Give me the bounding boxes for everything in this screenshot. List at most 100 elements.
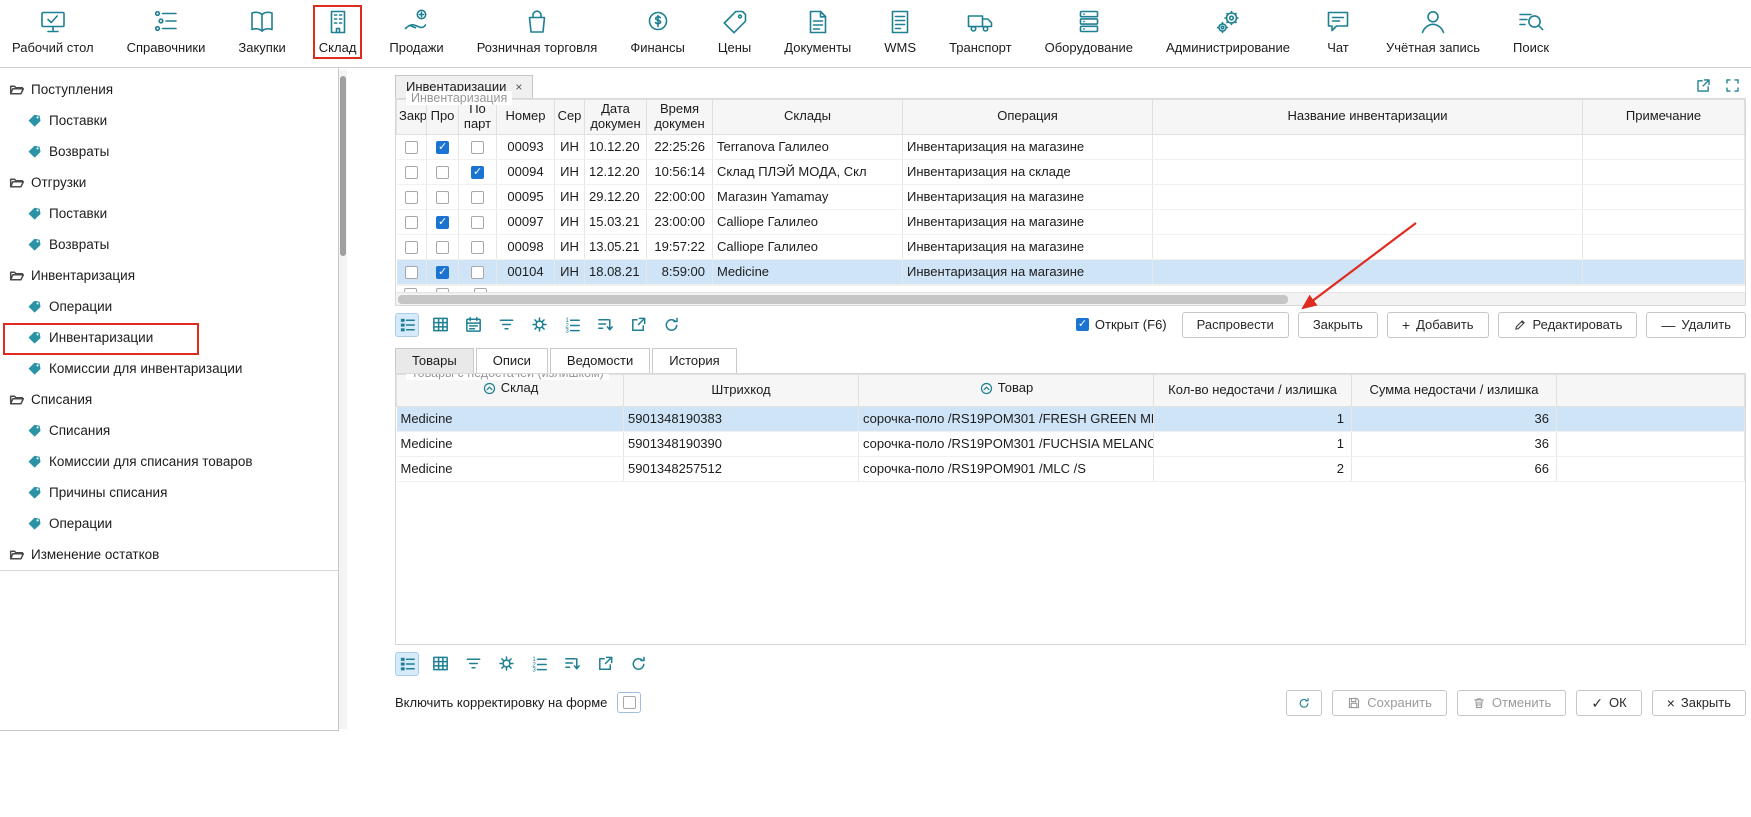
closed-checkbox[interactable] bbox=[405, 266, 418, 279]
by-batch-checkbox[interactable] bbox=[471, 216, 484, 229]
nav-chat[interactable]: Чат bbox=[1317, 5, 1359, 59]
col-time[interactable]: Время докумен bbox=[647, 100, 713, 135]
filter-icon[interactable] bbox=[461, 652, 485, 676]
sidebar-item-inventory-operations[interactable]: Операции bbox=[0, 291, 338, 322]
scrollbar-thumb[interactable] bbox=[340, 76, 346, 256]
nav-administration[interactable]: Администрирование bbox=[1160, 5, 1296, 59]
tab-lists[interactable]: Описи bbox=[476, 348, 548, 373]
cancel-button[interactable]: Отменить bbox=[1457, 690, 1566, 716]
edit-button[interactable]: Редактировать bbox=[1498, 312, 1638, 338]
by-batch-checkbox[interactable] bbox=[471, 266, 484, 279]
tab-close-icon[interactable]: × bbox=[515, 80, 522, 94]
checked-checkbox[interactable] bbox=[436, 141, 449, 154]
add-button[interactable]: +Добавить bbox=[1387, 312, 1489, 338]
refresh-icon[interactable] bbox=[659, 313, 683, 337]
inventory-row[interactable]: 00098 ИН 13.05.21 19:57:22 Calliope Гали… bbox=[397, 234, 1745, 259]
shortage-row[interactable]: Medicine 5901348257512 сорочка-поло /RS1… bbox=[397, 456, 1745, 481]
horizontal-scrollbar[interactable] bbox=[396, 292, 1745, 305]
col-barcode[interactable]: Штрихкод bbox=[624, 374, 859, 406]
nav-search[interactable]: Поиск bbox=[1507, 5, 1555, 59]
checked-checkbox[interactable] bbox=[436, 241, 449, 254]
table-view-icon[interactable] bbox=[428, 313, 452, 337]
sidebar-item-writeoffs[interactable]: Списания bbox=[0, 415, 338, 446]
sidebar-item-writeoff-operations[interactable]: Операции bbox=[0, 508, 338, 539]
shortage-row-selected[interactable]: Medicine 5901348190383 сорочка-поло /RS1… bbox=[397, 406, 1745, 431]
by-batch-checkbox[interactable] bbox=[471, 166, 484, 179]
numbered-list-icon[interactable] bbox=[527, 652, 551, 676]
by-batch-checkbox[interactable] bbox=[471, 191, 484, 204]
nav-references[interactable]: Справочники bbox=[121, 5, 212, 59]
scrollbar-thumb[interactable] bbox=[398, 295, 1288, 304]
delete-button[interactable]: —Удалить bbox=[1646, 312, 1746, 338]
sort-lines-icon[interactable] bbox=[560, 652, 584, 676]
numbered-list-icon[interactable] bbox=[560, 313, 584, 337]
col-warehouses[interactable]: Склады bbox=[713, 100, 903, 135]
checked-checkbox[interactable] bbox=[436, 166, 449, 179]
calendar-view-icon[interactable] bbox=[461, 313, 485, 337]
checked-checkbox[interactable] bbox=[436, 266, 449, 279]
sidebar-item-inventory-commissions[interactable]: Комиссии для инвентаризации bbox=[0, 353, 338, 384]
col-date[interactable]: Дата докумен bbox=[585, 100, 647, 135]
open-filter[interactable]: Открыт (F6) bbox=[1076, 317, 1167, 332]
nav-sales[interactable]: Продажи bbox=[383, 5, 449, 59]
tab-statements[interactable]: Ведомости bbox=[550, 348, 650, 373]
inventory-row[interactable]: 00093 ИН 10.12.20 22:25:26 Terranova Гал… bbox=[397, 134, 1745, 159]
inventory-row[interactable]: 00095 ИН 29.12.20 22:00:00 Магазин Yamam… bbox=[397, 184, 1745, 209]
sidebar-scrollbar[interactable] bbox=[339, 70, 347, 729]
nav-retail[interactable]: Розничная торговля bbox=[471, 5, 604, 59]
correction-checkbox[interactable] bbox=[623, 696, 636, 709]
col-series[interactable]: Сер bbox=[555, 100, 585, 135]
sidebar-item-stock-change[interactable]: Изменение остатков bbox=[0, 539, 338, 570]
col-inventory-name[interactable]: Название инвентаризации bbox=[1153, 100, 1583, 135]
open-filter-checkbox[interactable] bbox=[1076, 318, 1089, 331]
sort-lines-icon[interactable] bbox=[593, 313, 617, 337]
closed-checkbox[interactable] bbox=[405, 216, 418, 229]
sidebar-item-writeoffs-folder[interactable]: Списания bbox=[0, 384, 338, 415]
by-batch-checkbox[interactable] bbox=[471, 141, 484, 154]
nav-transport[interactable]: Транспорт bbox=[943, 5, 1018, 59]
refresh-button[interactable] bbox=[1286, 690, 1322, 716]
closed-checkbox[interactable] bbox=[405, 191, 418, 204]
inventory-row[interactable]: 00094 ИН 12.12.20 10:56:14 Склад ПЛЭЙ МО… bbox=[397, 159, 1745, 184]
nav-equipment[interactable]: Оборудование bbox=[1039, 5, 1139, 59]
sidebar-item-receipts-supplies[interactable]: Поставки bbox=[0, 105, 338, 136]
col-shortage-sum[interactable]: Сумма недостачи / излишка bbox=[1352, 374, 1557, 406]
tab-history[interactable]: История bbox=[652, 348, 736, 373]
shortage-row[interactable]: Medicine 5901348190390 сорочка-поло /RS1… bbox=[397, 431, 1745, 456]
close-document-button[interactable]: Закрыть bbox=[1298, 312, 1378, 338]
col-product[interactable]: Товар bbox=[859, 374, 1154, 406]
close-button[interactable]: ×Закрыть bbox=[1652, 690, 1746, 716]
sidebar-item-shipments[interactable]: Отгрузки bbox=[0, 167, 338, 198]
tab-goods[interactable]: Товары bbox=[395, 348, 474, 373]
checked-checkbox[interactable] bbox=[436, 191, 449, 204]
sidebar-item-receipts[interactable]: Поступления bbox=[0, 74, 338, 105]
nav-desktop[interactable]: Рабочий стол bbox=[6, 5, 100, 59]
nav-finance[interactable]: Финансы bbox=[624, 5, 691, 59]
sidebar-item-writeoff-reasons[interactable]: Причины списания bbox=[0, 477, 338, 508]
settings-gear-icon[interactable] bbox=[527, 313, 551, 337]
checked-checkbox[interactable] bbox=[436, 216, 449, 229]
col-shortage-qty[interactable]: Кол-во недостачи / излишка bbox=[1154, 374, 1352, 406]
sidebar-item-receipts-returns[interactable]: Возвраты bbox=[0, 136, 338, 167]
closed-checkbox[interactable] bbox=[405, 166, 418, 179]
sidebar-item-inventories[interactable]: Инвентаризации bbox=[0, 322, 338, 353]
closed-checkbox[interactable] bbox=[405, 141, 418, 154]
nav-purchases[interactable]: Закупки bbox=[232, 5, 291, 59]
sidebar-item-inventory-folder[interactable]: Инвентаризация bbox=[0, 260, 338, 291]
col-operation[interactable]: Операция bbox=[903, 100, 1153, 135]
settings-gear-icon[interactable] bbox=[494, 652, 518, 676]
ok-button[interactable]: ✓ОК bbox=[1576, 690, 1641, 716]
nav-wms[interactable]: WMS bbox=[878, 5, 922, 59]
col-note[interactable]: Примечание bbox=[1583, 100, 1745, 135]
nav-warehouse[interactable]: Склад bbox=[313, 5, 363, 59]
sidebar-item-shipments-returns[interactable]: Возвраты bbox=[0, 229, 338, 260]
sidebar-item-writeoff-commissions[interactable]: Комиссии для списания товаров bbox=[0, 446, 338, 477]
nav-prices[interactable]: Цены bbox=[712, 5, 757, 59]
closed-checkbox[interactable] bbox=[405, 241, 418, 254]
filter-icon[interactable] bbox=[494, 313, 518, 337]
refresh-icon[interactable] bbox=[626, 652, 650, 676]
inventory-row-selected[interactable]: 00104 ИН 18.08.21 8:59:00 Medicine Инвен… bbox=[397, 259, 1745, 284]
export-icon[interactable] bbox=[626, 313, 650, 337]
by-batch-checkbox[interactable] bbox=[471, 241, 484, 254]
save-button[interactable]: Сохранить bbox=[1332, 690, 1447, 716]
